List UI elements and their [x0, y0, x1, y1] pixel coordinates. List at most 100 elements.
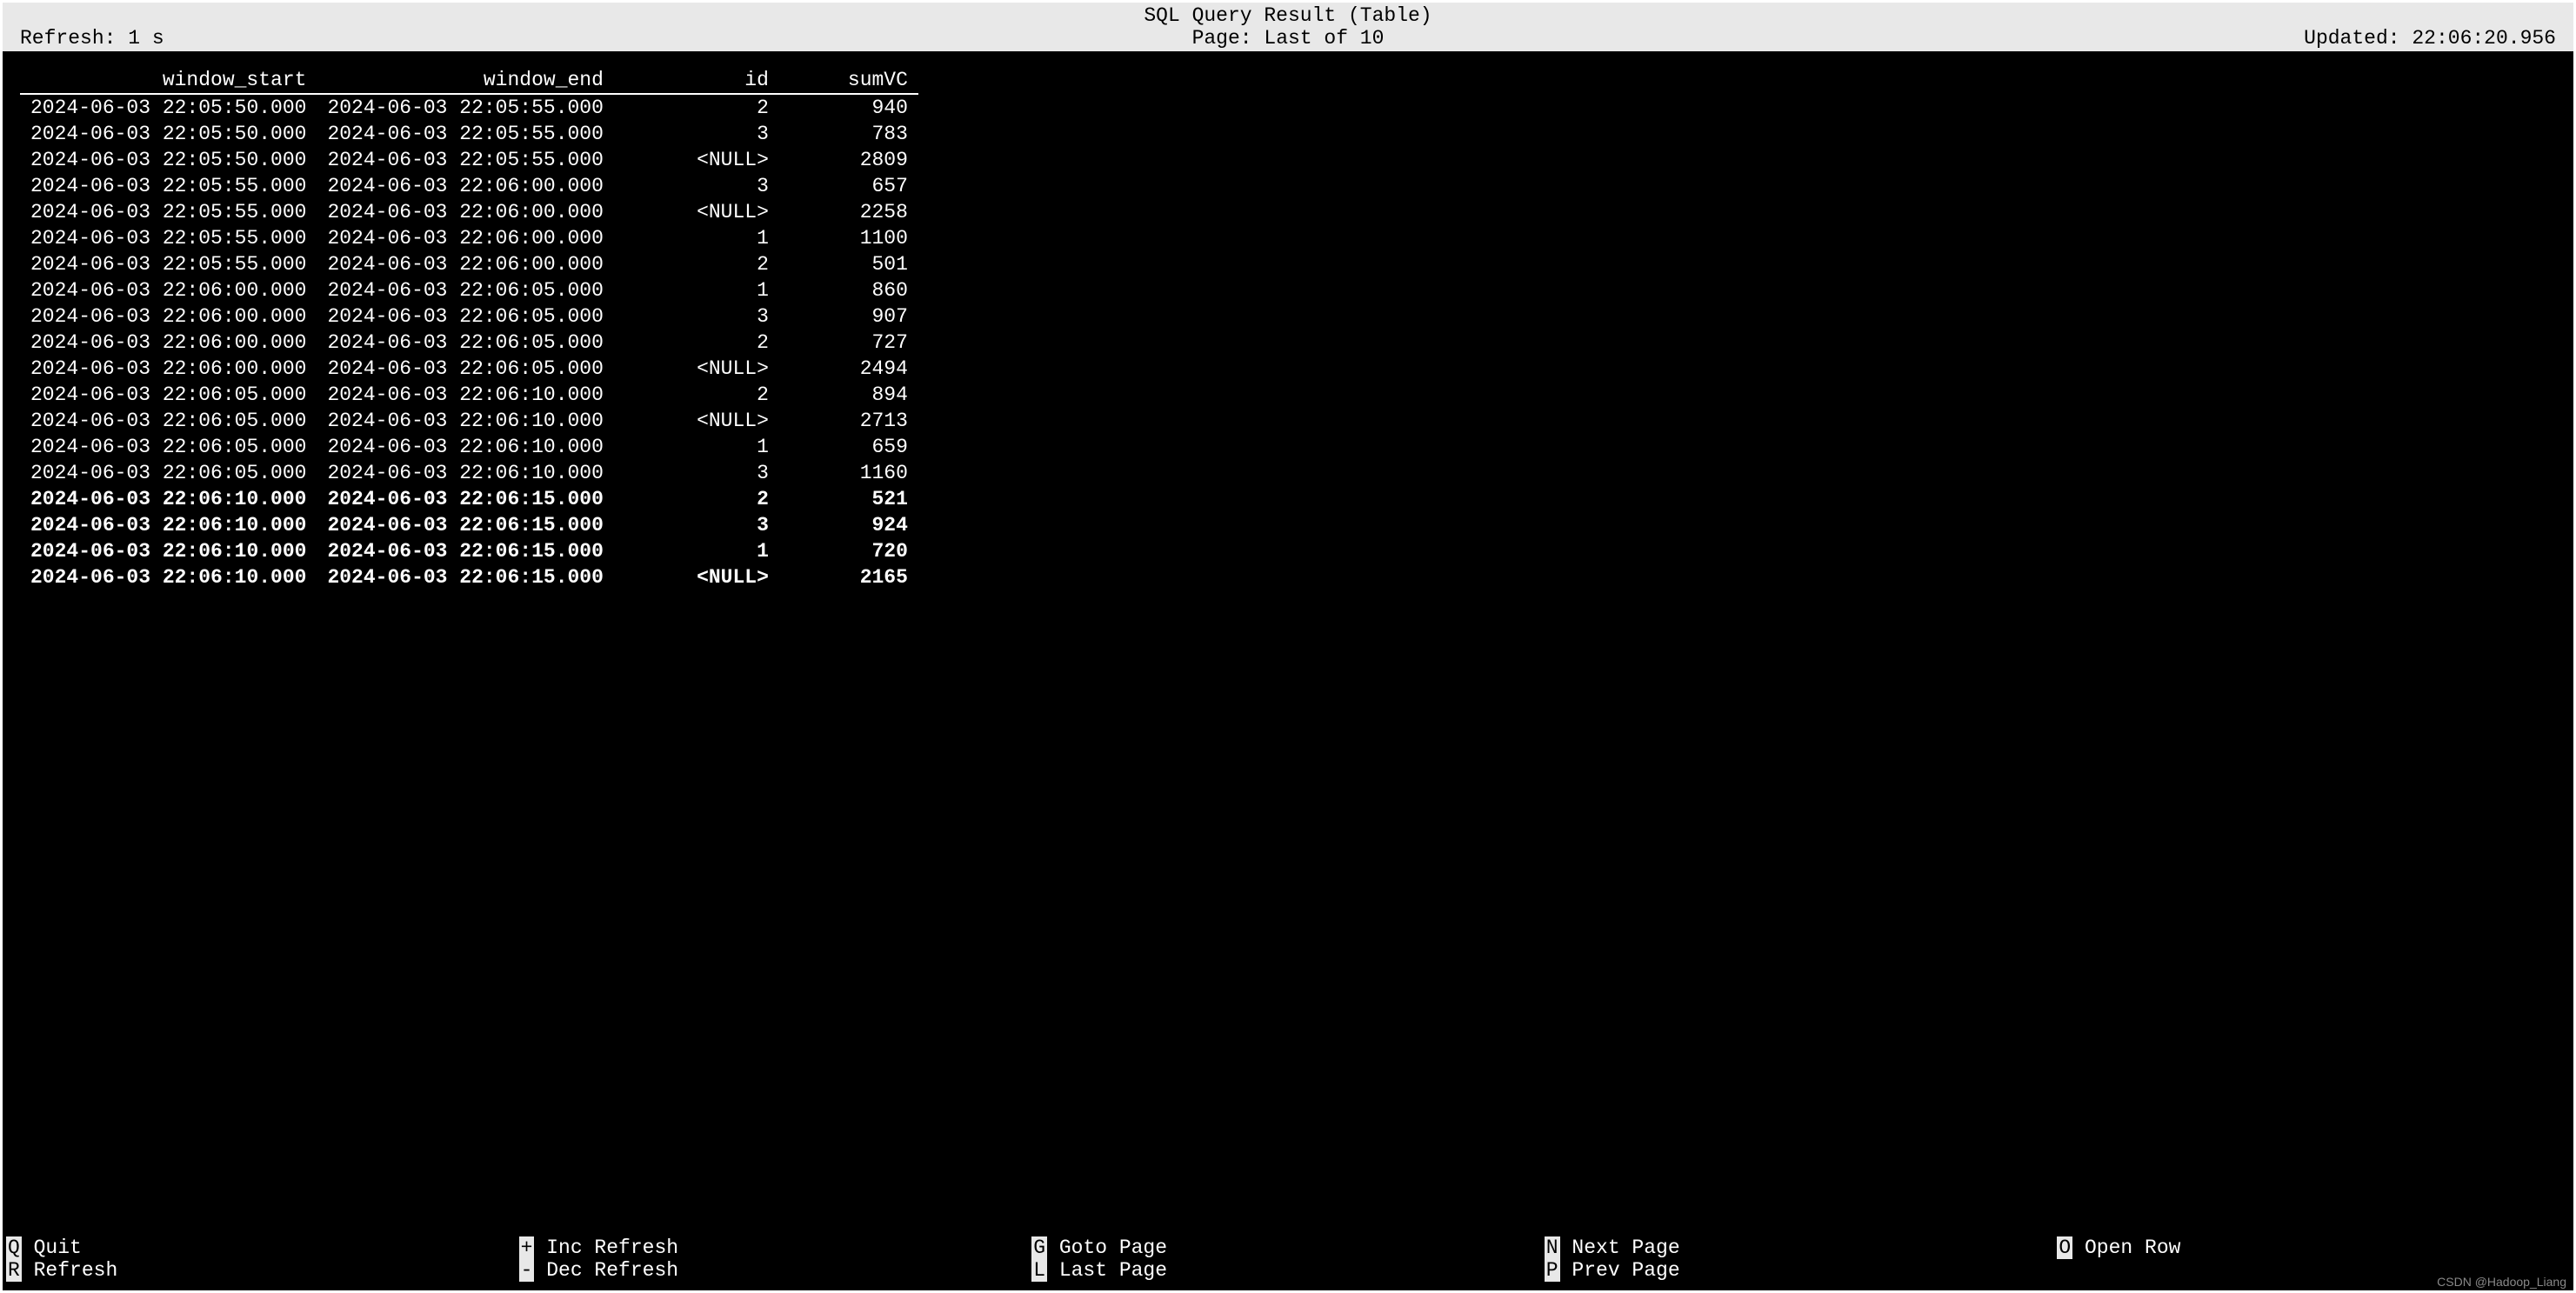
cell-window-start: 2024-06-03 22:05:50.000	[20, 121, 317, 147]
header-status-row: Refresh: 1 s Page: Last of 10 Updated: 2…	[3, 27, 2573, 50]
key-last-label: Last Page	[1059, 1259, 1167, 1282]
key-next-label: Next Page	[1572, 1236, 1679, 1259]
cell-sumvc: 1100	[779, 225, 918, 251]
cell-sumvc: 2258	[779, 199, 918, 225]
key-goto-label: Goto Page	[1059, 1236, 1167, 1259]
cell-window-start: 2024-06-03 22:05:55.000	[20, 199, 317, 225]
table-row[interactable]: 2024-06-03 22:05:55.0002024-06-03 22:06:…	[20, 173, 918, 199]
cell-window-end: 2024-06-03 22:06:00.000	[317, 225, 613, 251]
cell-window-start: 2024-06-03 22:06:00.000	[20, 330, 317, 356]
table-row[interactable]: 2024-06-03 22:06:05.0002024-06-03 22:06:…	[20, 382, 918, 408]
cell-window-start: 2024-06-03 22:06:10.000	[20, 512, 317, 538]
result-table-container: window_start window_end id sumVC 2024-06…	[3, 51, 2573, 590]
key-quit[interactable]: Q Quit	[6, 1236, 519, 1259]
cell-id: 2	[614, 251, 779, 277]
cell-sumvc: 860	[779, 277, 918, 303]
table-row[interactable]: 2024-06-03 22:05:50.0002024-06-03 22:05:…	[20, 147, 918, 173]
key-next-page[interactable]: N Next Page	[1545, 1236, 2058, 1259]
cell-id: 3	[614, 303, 779, 330]
footer-keybindings: Q Quit + Inc Refresh G Goto Page N Next …	[3, 1236, 2573, 1282]
cell-sumvc: 720	[779, 538, 918, 564]
header-bar: SQL Query Result (Table) Refresh: 1 s Pa…	[3, 3, 2573, 51]
cell-window-end: 2024-06-03 22:05:55.000	[317, 147, 613, 173]
table-row[interactable]: 2024-06-03 22:06:05.0002024-06-03 22:06:…	[20, 408, 918, 434]
cell-id: 1	[614, 277, 779, 303]
table-row[interactable]: 2024-06-03 22:06:10.0002024-06-03 22:06:…	[20, 564, 918, 590]
key-n: N	[1545, 1236, 1560, 1259]
table-row[interactable]: 2024-06-03 22:06:00.0002024-06-03 22:06:…	[20, 330, 918, 356]
cell-window-end: 2024-06-03 22:06:15.000	[317, 486, 613, 512]
cell-sumvc: 907	[779, 303, 918, 330]
column-sumvc[interactable]: sumVC	[779, 69, 918, 94]
table-row[interactable]: 2024-06-03 22:05:55.0002024-06-03 22:06:…	[20, 251, 918, 277]
cell-window-start: 2024-06-03 22:06:05.000	[20, 382, 317, 408]
key-last-page[interactable]: L Last Page	[1031, 1259, 1545, 1282]
cell-id: <NULL>	[614, 356, 779, 382]
cell-sumvc: 727	[779, 330, 918, 356]
cell-window-end: 2024-06-03 22:06:05.000	[317, 277, 613, 303]
key-refresh[interactable]: R Refresh	[6, 1259, 519, 1282]
cell-window-start: 2024-06-03 22:05:50.000	[20, 94, 317, 121]
key-goto-page[interactable]: G Goto Page	[1031, 1236, 1545, 1259]
cell-sumvc: 940	[779, 94, 918, 121]
cell-id: 3	[614, 121, 779, 147]
table-row[interactable]: 2024-06-03 22:05:50.0002024-06-03 22:05:…	[20, 121, 918, 147]
key-open-label: Open Row	[2085, 1236, 2180, 1259]
key-minus: -	[519, 1259, 535, 1282]
key-prev-label: Prev Page	[1572, 1259, 1679, 1282]
cell-sumvc: 1160	[779, 460, 918, 486]
cell-window-start: 2024-06-03 22:06:05.000	[20, 460, 317, 486]
table-row[interactable]: 2024-06-03 22:06:00.0002024-06-03 22:06:…	[20, 303, 918, 330]
table-body: 2024-06-03 22:05:50.0002024-06-03 22:05:…	[20, 94, 918, 590]
cell-id: 1	[614, 225, 779, 251]
table-row[interactable]: 2024-06-03 22:06:10.0002024-06-03 22:06:…	[20, 538, 918, 564]
table-row[interactable]: 2024-06-03 22:06:00.0002024-06-03 22:06:…	[20, 356, 918, 382]
table-header-row: window_start window_end id sumVC	[20, 69, 918, 94]
key-open-row[interactable]: O Open Row	[2057, 1236, 2570, 1259]
table-row[interactable]: 2024-06-03 22:05:50.0002024-06-03 22:05:…	[20, 94, 918, 121]
table-row[interactable]: 2024-06-03 22:05:55.0002024-06-03 22:06:…	[20, 225, 918, 251]
cell-id: <NULL>	[614, 564, 779, 590]
cell-id: 2	[614, 486, 779, 512]
cell-window-start: 2024-06-03 22:05:55.000	[20, 173, 317, 199]
updated-status: Updated: 22:06:20.956	[2304, 27, 2556, 50]
cell-window-end: 2024-06-03 22:06:15.000	[317, 512, 613, 538]
table-row[interactable]: 2024-06-03 22:06:05.0002024-06-03 22:06:…	[20, 434, 918, 460]
key-dec-refresh[interactable]: - Dec Refresh	[519, 1259, 1032, 1282]
cell-window-end: 2024-06-03 22:06:15.000	[317, 538, 613, 564]
key-p: P	[1545, 1259, 1560, 1282]
table-row[interactable]: 2024-06-03 22:06:10.0002024-06-03 22:06:…	[20, 512, 918, 538]
cell-window-end: 2024-06-03 22:06:00.000	[317, 173, 613, 199]
cell-window-end: 2024-06-03 22:06:00.000	[317, 199, 613, 225]
key-r: R	[6, 1259, 22, 1282]
cell-window-start: 2024-06-03 22:06:10.000	[20, 486, 317, 512]
cell-id: 2	[614, 94, 779, 121]
cell-sumvc: 894	[779, 382, 918, 408]
table-row[interactable]: 2024-06-03 22:06:05.0002024-06-03 22:06:…	[20, 460, 918, 486]
cell-sumvc: 657	[779, 173, 918, 199]
page-title: SQL Query Result (Table)	[3, 4, 2573, 27]
column-window-start[interactable]: window_start	[20, 69, 317, 94]
cell-window-end: 2024-06-03 22:06:15.000	[317, 564, 613, 590]
table-row[interactable]: 2024-06-03 22:06:00.0002024-06-03 22:06:…	[20, 277, 918, 303]
cell-id: <NULL>	[614, 408, 779, 434]
cell-id: <NULL>	[614, 147, 779, 173]
table-row[interactable]: 2024-06-03 22:06:10.0002024-06-03 22:06:…	[20, 486, 918, 512]
cell-sumvc: 2494	[779, 356, 918, 382]
key-prev-page[interactable]: P Prev Page	[1545, 1259, 2058, 1282]
cell-sumvc: 2165	[779, 564, 918, 590]
cell-sumvc: 2713	[779, 408, 918, 434]
key-dec-label: Dec Refresh	[546, 1259, 678, 1282]
column-id[interactable]: id	[614, 69, 779, 94]
column-window-end[interactable]: window_end	[317, 69, 613, 94]
page-status: Page: Last of 10	[1192, 27, 1385, 50]
cell-window-end: 2024-06-03 22:06:10.000	[317, 460, 613, 486]
cell-window-start: 2024-06-03 22:06:10.000	[20, 538, 317, 564]
table-row[interactable]: 2024-06-03 22:05:55.0002024-06-03 22:06:…	[20, 199, 918, 225]
cell-window-start: 2024-06-03 22:06:00.000	[20, 303, 317, 330]
cell-window-end: 2024-06-03 22:06:10.000	[317, 434, 613, 460]
cell-id: 1	[614, 538, 779, 564]
cell-window-start: 2024-06-03 22:06:10.000	[20, 564, 317, 590]
key-inc-refresh[interactable]: + Inc Refresh	[519, 1236, 1032, 1259]
cell-sumvc: 521	[779, 486, 918, 512]
